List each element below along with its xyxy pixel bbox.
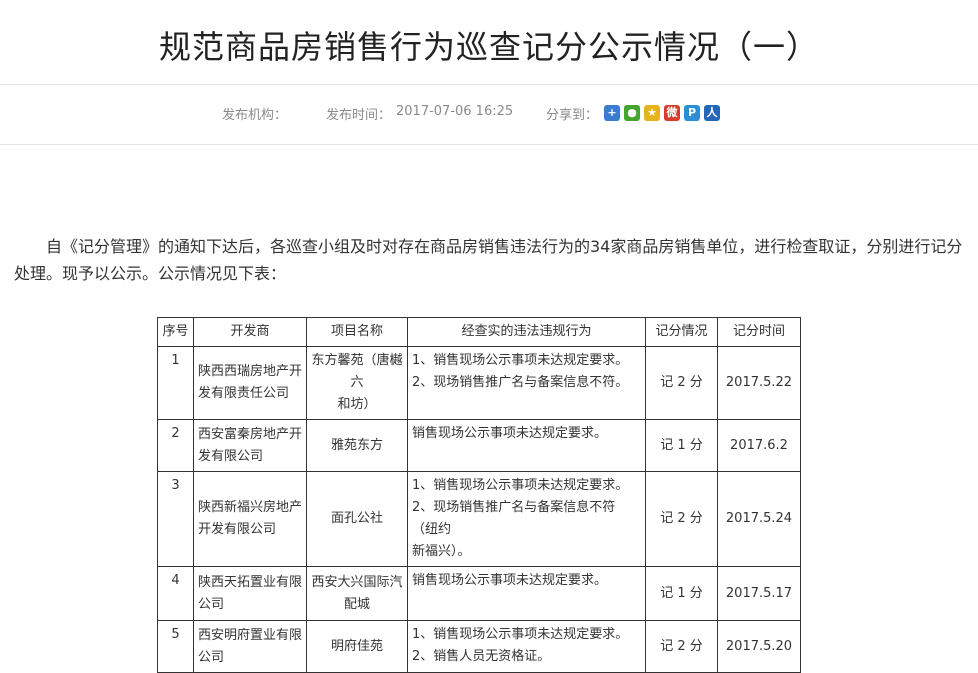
violations-table: 序号 开发商 项目名称 经查实的违法违规行为 记分情况 记分时间 1 陕西西瑞房地… <box>157 317 801 673</box>
cell-score: 记 1 分 <box>645 566 718 621</box>
header-project: 项目名称 <box>306 317 408 347</box>
share-icons: + ● ★ 微 P 人 <box>604 105 720 121</box>
publish-time-label: 发布时间： <box>326 108 392 123</box>
cell-score: 记 2 分 <box>645 471 718 567</box>
project-line: 雅苑东方 <box>330 437 383 453</box>
publish-time-value: 2017-07-06 16:25 <box>396 104 514 119</box>
share-more-icon[interactable]: + <box>604 105 620 121</box>
table-row: 4 陕西天拓置业有限 公司 西安大兴国际汽 配城 销售现场公示事项未达规定要求。记 1 分… <box>157 566 801 621</box>
share-label: 分享到： <box>546 108 599 123</box>
developer-line: 发有限公司 <box>198 448 264 464</box>
cell-developer: 陕西西瑞房地产开 发有限责任公司 <box>193 346 307 420</box>
cell-project: 雅苑东方 <box>306 419 408 472</box>
header-score: 记分情况 <box>645 317 718 347</box>
cell-developer: 西安明府置业有限 公司 <box>193 620 307 673</box>
table-row: 2 西安富秦房地产开 发有限公司 雅苑东方 销售现场公示事项未达规定要求。 记 1 分 20… <box>157 419 801 472</box>
violation-line: 1、销售现场公示事项未达规定要求。 <box>412 353 629 368</box>
cell-project: 西安大兴国际汽 配城 <box>306 566 408 621</box>
table-row: 1 陕西西瑞房地产开 发有限责任公司 东方馨苑（唐樾六 和坊） 1、销售现场公示事项未达规… <box>157 346 801 420</box>
developer-line: 西安富秦房地产开 <box>198 426 303 442</box>
project-line: 面孔公社 <box>330 511 383 526</box>
violation-line: 1、销售现场公示事项未达规定要求。 <box>412 627 629 642</box>
cell-no: 5 <box>157 620 194 673</box>
table-row: 5 西安明府置业有限 公司 明府佳苑 1、销售现场公示事项未达规定要求。 2、销售人员无资… <box>157 620 801 673</box>
project-line: 东方馨苑（唐樾六 <box>311 353 403 390</box>
violation-line: 2、现场销售推广名与备案信息不符（纽约 <box>412 500 616 537</box>
cell-no: 4 <box>157 566 194 621</box>
meta-divider <box>0 144 978 145</box>
developer-line: 发有限责任公司 <box>198 386 290 401</box>
violation-line: 2、现场销售推广名与备案信息不符。 <box>412 375 629 390</box>
project-line: 西安大兴国际汽 <box>311 574 403 590</box>
share-renren-icon[interactable]: 人 <box>704 105 720 121</box>
project-line: 和坊） <box>337 397 377 412</box>
header-violations: 经查实的违法违规行为 <box>407 317 646 347</box>
title-divider <box>0 84 978 85</box>
violation-line: 新福兴）。 <box>412 544 471 559</box>
developer-line: 开发有限公司 <box>198 522 277 537</box>
developer-line: 陕西新福兴房地产 <box>198 500 303 515</box>
table-header-row: 序号 开发商 项目名称 经查实的违法违规行为 记分情况 记分时间 <box>157 317 801 347</box>
cell-project: 面孔公社 <box>306 471 408 567</box>
publisher-label: 发布机构： <box>222 108 288 123</box>
cell-no: 1 <box>157 346 194 420</box>
violation-line: 销售现场公示事项未达规定要求。 <box>412 573 608 588</box>
project-line: 明府佳苑 <box>330 638 383 654</box>
developer-line: 陕西西瑞房地产开 <box>198 364 303 379</box>
violation-line: 1、销售现场公示事项未达规定要求。 <box>412 478 629 493</box>
cell-violations: 销售现场公示事项未达规定要求。 <box>407 566 646 621</box>
developer-line: 公司 <box>198 596 225 612</box>
developer-line: 西安明府置业有限 <box>198 627 303 643</box>
cell-score: 记 2 分 <box>645 620 718 673</box>
cell-date: 2017.5.24 <box>717 471 801 567</box>
cell-violations: 1、销售现场公示事项未达规定要求。 2、现场销售推广名与备案信息不符（纽约新福兴）… <box>407 471 646 567</box>
share-wechat-icon[interactable]: ● <box>624 105 640 121</box>
header-date: 记分时间 <box>717 317 801 347</box>
developer-line: 陕西天拓置业有限 <box>198 574 303 590</box>
share-weibo-icon[interactable]: 微 <box>664 105 680 121</box>
cell-violations: 1、销售现场公示事项未达规定要求。 2、现场销售推广名与备案信息不符。 <box>407 346 646 420</box>
share-tencent-weibo-icon[interactable]: P <box>684 105 700 121</box>
intro-paragraph: 自《记分管理》的通知下达后，各巡查小组及时对存在商品房销售违法行为的34家商品房… <box>14 237 963 283</box>
cell-date: 2017.5.20 <box>717 620 801 673</box>
violation-line: 2、销售人员无资格证。 <box>412 649 551 664</box>
cell-project: 东方馨苑（唐樾六和坊） <box>306 346 408 420</box>
cell-score: 记 1 分 <box>645 419 718 472</box>
cell-no: 2 <box>157 419 194 472</box>
cell-violations: 1、销售现场公示事项未达规定要求。 2、销售人员无资格证。 <box>407 620 646 673</box>
violation-line: 销售现场公示事项未达规定要求。 <box>412 426 608 441</box>
cell-developer: 陕西新福兴房地产 开发有限公司 <box>193 471 307 567</box>
cell-violations: 销售现场公示事项未达规定要求。 <box>407 419 646 472</box>
cell-score: 记 2 分 <box>645 346 718 420</box>
cell-developer: 西安富秦房地产开 发有限公司 <box>193 419 307 472</box>
header-no: 序号 <box>157 317 194 347</box>
header-developer: 开发商 <box>193 317 307 347</box>
cell-date: 2017.5.17 <box>717 566 801 621</box>
project-line: 配城 <box>343 596 370 612</box>
cell-date: 2017.5.22 <box>717 346 801 420</box>
cell-project: 明府佳苑 <box>306 620 408 673</box>
cell-date: 2017.6.2 <box>717 419 801 472</box>
cell-no: 3 <box>157 471 194 567</box>
article-title: 规范商品房销售行为巡查记分公示情况（一） <box>158 28 819 66</box>
cell-developer: 陕西天拓置业有限 公司 <box>193 566 307 621</box>
table-row: 3 陕西新福兴房地产 开发有限公司 面孔公社 1、销售现场公示事项未达规定要求。 2、现场… <box>157 471 801 567</box>
share-qzone-icon[interactable]: ★ <box>644 105 660 121</box>
